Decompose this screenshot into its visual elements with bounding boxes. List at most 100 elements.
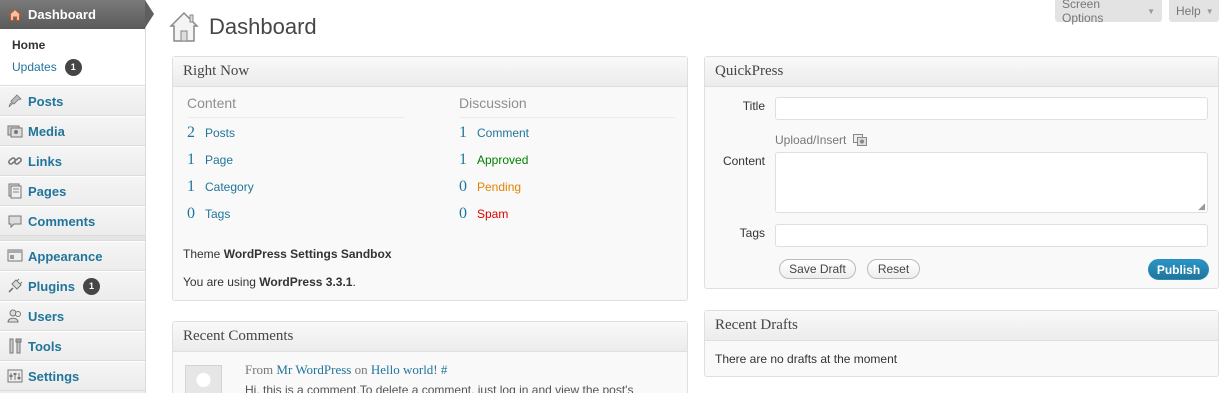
publish-button[interactable]: Publish xyxy=(1148,259,1209,280)
discussion-label: Comment xyxy=(477,126,530,140)
content-textarea[interactable]: ◢ xyxy=(775,152,1208,213)
dashboard-house-icon xyxy=(168,10,200,44)
discussion-label: Spam xyxy=(477,207,509,221)
link-icon xyxy=(7,153,23,169)
appearance-icon xyxy=(7,248,23,264)
version-suffix: . xyxy=(352,275,356,289)
page-heading: Dashboard xyxy=(168,10,317,44)
discussion-row[interactable]: 0 Pending xyxy=(459,178,521,196)
plug-icon xyxy=(7,278,23,294)
content-label: Content xyxy=(722,154,765,168)
comment-author-link[interactable]: Mr WordPress xyxy=(276,362,351,377)
content-count: 2 xyxy=(187,124,195,141)
discussion-divider xyxy=(459,117,675,118)
media-icon xyxy=(7,123,23,139)
theme-name-link[interactable]: WordPress Settings Sandbox xyxy=(224,247,392,261)
content-row[interactable]: 1 Category xyxy=(187,178,254,196)
discussion-count: 1 xyxy=(459,124,467,141)
menu-appearance[interactable]: Appearance xyxy=(0,241,145,271)
right-now-panel: Right Now Content Discussion 2 Posts 1 P… xyxy=(172,56,688,301)
discussion-row[interactable]: 1 Comment xyxy=(459,124,529,142)
submenu-home[interactable]: Home xyxy=(0,34,145,56)
right-now-title[interactable]: Right Now xyxy=(173,57,687,87)
upload-insert: Upload/Insert xyxy=(775,133,868,147)
comment-icon xyxy=(7,213,23,229)
menu-media-label: Media xyxy=(28,123,65,139)
avatar xyxy=(185,365,222,393)
recent-comments-panel: Recent Comments From Mr WordPress on Hel… xyxy=(172,321,688,393)
theme-line: Theme WordPress Settings Sandbox xyxy=(183,247,392,261)
save-draft-button[interactable]: Save Draft xyxy=(779,259,856,279)
settings-icon xyxy=(7,368,23,384)
discussion-count: 0 xyxy=(459,205,467,222)
admin-sidebar: Dashboard Home Updates 1 Posts Media Lin… xyxy=(0,0,154,393)
add-media-icon[interactable] xyxy=(853,133,868,147)
help-button[interactable]: Help ▼ xyxy=(1169,0,1219,22)
pushpin-icon xyxy=(7,93,23,109)
quickpress-panel: QuickPress Title Upload/Insert Content ◢… xyxy=(704,56,1219,289)
comment-excerpt: Hi, this is a comment.To delete a commen… xyxy=(245,383,634,393)
quickpress-title[interactable]: QuickPress xyxy=(705,57,1218,87)
discussion-row[interactable]: 1 Approved xyxy=(459,151,528,169)
help-label: Help xyxy=(1176,4,1201,18)
title-input[interactable] xyxy=(775,97,1208,120)
content-label: Category xyxy=(205,180,254,194)
menu-appearance-label: Appearance xyxy=(28,248,103,264)
content-count: 1 xyxy=(187,178,195,195)
menu-posts[interactable]: Posts xyxy=(0,86,145,116)
no-drafts-message: There are no drafts at the moment xyxy=(715,352,898,366)
resize-handle-icon[interactable]: ◢ xyxy=(1198,202,1205,211)
menu-tools-label: Tools xyxy=(28,338,62,354)
discussion-count: 1 xyxy=(459,151,467,168)
pages-icon xyxy=(7,183,23,199)
page-title: Dashboard xyxy=(209,14,317,39)
recent-drafts-title[interactable]: Recent Drafts xyxy=(705,311,1218,341)
menu-users-label: Users xyxy=(28,308,65,324)
tools-icon xyxy=(7,338,23,354)
version-line: You are using WordPress 3.3.1. xyxy=(183,275,356,289)
menu-links[interactable]: Links xyxy=(0,146,145,176)
dashboard-submenu: Home Updates 1 xyxy=(0,29,145,86)
menu-settings-label: Settings xyxy=(28,368,80,384)
menu-comments-label: Comments xyxy=(28,213,96,229)
discussion-label: Pending xyxy=(477,180,522,194)
menu-media[interactable]: Media xyxy=(0,116,145,146)
content-row[interactable]: 1 Page xyxy=(187,151,233,169)
comment-from: From xyxy=(245,362,274,377)
screen-options-button[interactable]: Screen Options ▼ xyxy=(1055,0,1162,25)
recent-comments-title[interactable]: Recent Comments xyxy=(173,322,687,352)
menu-dashboard[interactable]: Dashboard xyxy=(0,0,154,29)
updates-count-badge: 1 xyxy=(64,58,82,76)
menu-plugins-label: Plugins xyxy=(28,278,75,294)
version-prefix: You are using xyxy=(183,275,256,289)
caret-down-icon: ▼ xyxy=(1147,6,1155,16)
menu-dashboard-label: Dashboard xyxy=(28,7,96,22)
upload-insert-label: Upload/Insert xyxy=(775,133,847,147)
discussion-row[interactable]: 0 Spam xyxy=(459,205,508,223)
reset-button[interactable]: Reset xyxy=(867,259,920,279)
menu-users[interactable]: Users xyxy=(0,301,145,331)
discussion-count: 0 xyxy=(459,178,467,195)
discussion-label: Approved xyxy=(477,153,529,167)
screen-options-label: Screen Options xyxy=(1062,0,1104,25)
comment-permalink[interactable]: # xyxy=(441,362,448,377)
content-row[interactable]: 0 Tags xyxy=(187,205,230,223)
tags-input[interactable] xyxy=(775,224,1208,247)
comment-post-link[interactable]: Hello world! xyxy=(371,362,438,377)
content-divider xyxy=(187,117,405,118)
menu-pages[interactable]: Pages xyxy=(0,176,145,206)
version-value: WordPress 3.3.1 xyxy=(259,275,353,289)
submenu-updates[interactable]: Updates 1 xyxy=(0,56,145,78)
home-icon xyxy=(7,8,23,22)
content-label: Tags xyxy=(205,207,231,221)
theme-prefix: Theme xyxy=(183,247,221,261)
content-row[interactable]: 2 Posts xyxy=(187,124,235,142)
menu-settings[interactable]: Settings xyxy=(0,361,145,391)
menu-links-label: Links xyxy=(28,153,62,169)
menu-comments[interactable]: Comments xyxy=(0,206,145,236)
content-count: 0 xyxy=(187,205,195,222)
content-label: Posts xyxy=(205,126,236,140)
menu-tools[interactable]: Tools xyxy=(0,331,145,361)
caret-down-icon: ▼ xyxy=(1205,6,1214,16)
menu-plugins[interactable]: Plugins 1 xyxy=(0,271,145,301)
